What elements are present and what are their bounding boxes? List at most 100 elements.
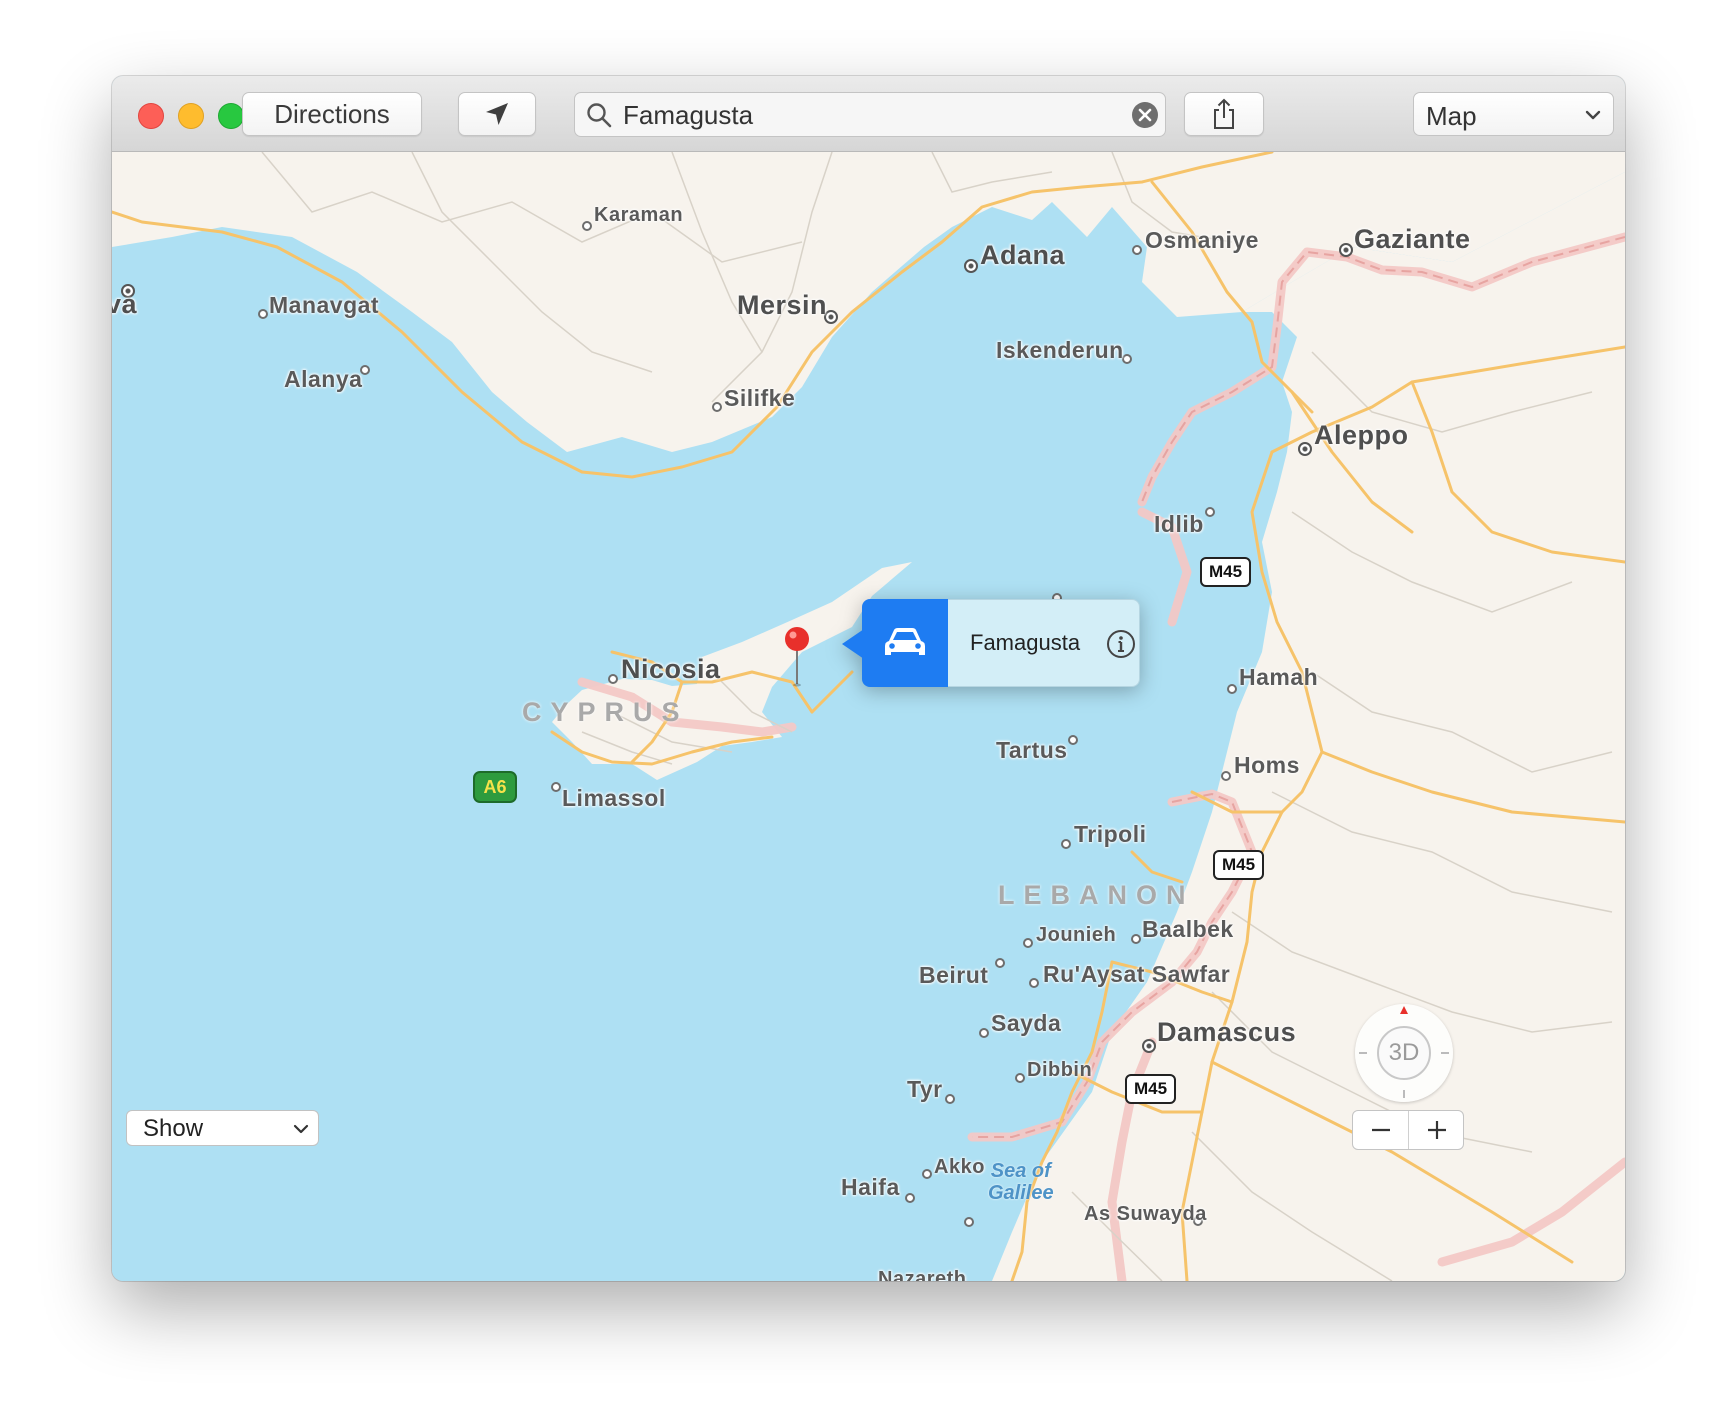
- zoom-out-button[interactable]: [1353, 1111, 1409, 1149]
- location-arrow-icon: [486, 103, 508, 125]
- zoom-window-button[interactable]: [218, 103, 244, 129]
- road-shield-m45: M45: [1125, 1074, 1177, 1104]
- city-dot-haifa[interactable]: [905, 1193, 915, 1203]
- map-type-label: Map: [1426, 101, 1477, 131]
- city-dot-baalbek[interactable]: [1131, 934, 1141, 944]
- clear-search-icon[interactable]: [1131, 101, 1159, 129]
- city-dot-dibbin[interactable]: [1015, 1073, 1025, 1083]
- share-button[interactable]: [1184, 92, 1264, 136]
- city-dot-tyr[interactable]: [945, 1094, 955, 1104]
- city-dot-adana[interactable]: [964, 259, 978, 273]
- drive-directions-button[interactable]: [862, 599, 948, 687]
- country-label-cyprus: CYPRUS: [522, 697, 689, 727]
- city-dot-sayda[interactable]: [979, 1028, 989, 1038]
- zoom-in-button[interactable]: [1409, 1111, 1464, 1149]
- map-type-dropdown[interactable]: Map: [1413, 92, 1614, 136]
- search-icon: [587, 103, 612, 128]
- city-dot-tartus[interactable]: [1068, 735, 1078, 745]
- city-label-adana[interactable]: Adana: [980, 240, 1065, 271]
- city-label-as-suwayda[interactable]: As Suwayda: [1084, 1203, 1207, 1226]
- city-label-damascus[interactable]: Damascus: [1157, 1017, 1296, 1048]
- city-dot-nicosia[interactable]: [608, 674, 618, 684]
- city-dot-homs[interactable]: [1221, 771, 1231, 781]
- city-dot-silifke[interactable]: [712, 402, 722, 412]
- callout-body[interactable]: Famagusta: [948, 599, 1140, 687]
- show-label: Show: [143, 1115, 204, 1142]
- city-label-gaziantep[interactable]: Gaziante: [1354, 224, 1471, 255]
- city-dot-gaziantep[interactable]: [1339, 243, 1353, 257]
- city-label-haifa[interactable]: Haifa: [841, 1174, 900, 1201]
- close-window-button[interactable]: [138, 103, 164, 129]
- city-label-tyr[interactable]: Tyr: [907, 1076, 943, 1103]
- city-dot-damascus[interactable]: [1142, 1039, 1156, 1053]
- callout-place-name: Famagusta: [970, 630, 1081, 655]
- plus-icon: [1427, 1121, 1446, 1139]
- compass[interactable]: 3D: [1355, 1004, 1453, 1102]
- city-label-antalya[interactable]: va: [112, 289, 137, 320]
- city-label-baalbek[interactable]: Baalbek: [1142, 916, 1234, 943]
- city-dot-osmaniye[interactable]: [1132, 245, 1142, 255]
- city-label-tripoli[interactable]: Tripoli: [1074, 821, 1147, 848]
- zoom-controls: [1352, 1110, 1464, 1150]
- city-dot-hamah[interactable]: [1227, 684, 1237, 694]
- city-label-ruaysat-sawfar[interactable]: Ru'Aysat Sawfar: [1043, 961, 1230, 988]
- city-dot-jounieh[interactable]: [1023, 938, 1033, 948]
- city-label-nazareth[interactable]: Nazareth: [878, 1268, 966, 1281]
- water-label-sea-of-galilee: Sea of Galilee: [988, 1160, 1054, 1204]
- city-label-akko[interactable]: Akko: [934, 1156, 985, 1179]
- city-label-tartus[interactable]: Tartus: [996, 737, 1068, 764]
- city-label-homs[interactable]: Homs: [1234, 752, 1300, 779]
- chevron-down-icon: [1585, 110, 1601, 120]
- city-dot-ruaysat-sawfar[interactable]: [1029, 978, 1039, 988]
- city-dot-aleppo[interactable]: [1298, 442, 1312, 456]
- search-field[interactable]: [574, 92, 1166, 137]
- city-dot-akko[interactable]: [922, 1169, 932, 1179]
- city-label-idlib[interactable]: Idlib: [1154, 511, 1204, 538]
- road-shield-m45: M45: [1213, 850, 1265, 880]
- city-dot-karaman[interactable]: [582, 221, 592, 231]
- city-dot-limassol[interactable]: [551, 782, 561, 792]
- city-label-jounieh[interactable]: Jounieh: [1036, 924, 1116, 947]
- water-label-line1: Sea of: [990, 1160, 1051, 1182]
- city-label-karaman[interactable]: Karaman: [594, 204, 683, 227]
- share-icon: [1214, 98, 1234, 129]
- place-callout[interactable]: Famagusta: [842, 599, 1140, 687]
- city-dot-beirut[interactable]: [995, 958, 1005, 968]
- city-dot-tripoli[interactable]: [1061, 839, 1071, 849]
- 3d-toggle-button[interactable]: 3D: [1377, 1026, 1431, 1080]
- city-label-manavgat[interactable]: Manavgat: [269, 292, 379, 319]
- city-label-iskenderun[interactable]: Iskenderun: [996, 337, 1124, 364]
- search-input[interactable]: [621, 96, 1115, 134]
- city-dot-idlib[interactable]: [1205, 507, 1215, 517]
- city-label-osmaniye[interactable]: Osmaniye: [1145, 227, 1259, 254]
- city-label-aleppo[interactable]: Aleppo: [1314, 420, 1409, 451]
- road-shield-m45: M45: [1200, 557, 1252, 587]
- directions-button[interactable]: Directions: [242, 92, 422, 136]
- city-label-dibbin[interactable]: Dibbin: [1027, 1059, 1092, 1082]
- show-dropdown[interactable]: Show: [126, 1110, 319, 1146]
- city-label-silifke[interactable]: Silifke: [724, 385, 795, 412]
- city-label-nicosia[interactable]: Nicosia: [621, 654, 721, 685]
- map-canvas[interactable]: CYPRUS LEBANON Sea of Galilee Karaman Ad…: [112, 152, 1625, 1281]
- city-label-limassol[interactable]: Limassol: [562, 785, 666, 812]
- city-label-mersin[interactable]: Mersin: [737, 290, 827, 321]
- info-icon[interactable]: [1106, 629, 1136, 659]
- city-dot-manavgat[interactable]: [258, 309, 268, 319]
- country-label-lebanon: LEBANON: [998, 880, 1195, 910]
- water-label-line2: Galilee: [988, 1182, 1054, 1204]
- maps-window: Directions Famagusta Map CYPRUS LEBANON …: [112, 76, 1625, 1281]
- chevron-down-icon: [293, 1124, 309, 1134]
- city-label-hamah[interactable]: Hamah: [1239, 664, 1318, 691]
- directions-label: Directions: [274, 98, 390, 129]
- callout-pointer: [842, 629, 864, 659]
- city-label-alanya[interactable]: Alanya: [284, 366, 362, 393]
- minus-icon: [1371, 1128, 1390, 1132]
- city-dot-nazareth[interactable]: [964, 1217, 974, 1227]
- minimize-window-button[interactable]: [178, 103, 204, 129]
- location-pin-icon[interactable]: [784, 626, 810, 688]
- road-shield-a6: A6: [473, 771, 517, 803]
- toolbar: Directions Famagusta Map: [112, 76, 1625, 152]
- city-label-beirut[interactable]: Beirut: [919, 962, 988, 989]
- current-location-button[interactable]: [458, 92, 536, 136]
- city-label-sayda[interactable]: Sayda: [991, 1010, 1061, 1037]
